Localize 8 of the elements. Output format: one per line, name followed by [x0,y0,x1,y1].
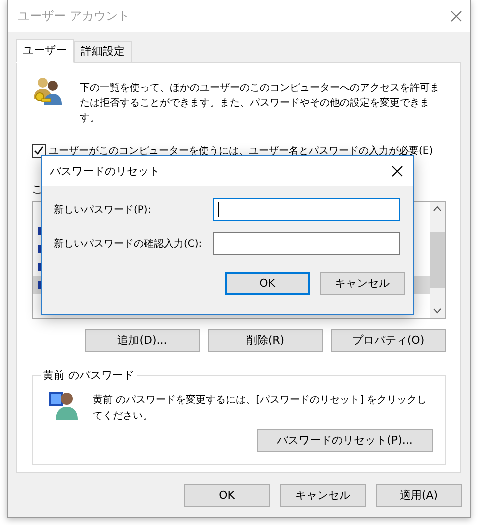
list-label: こ [32,182,44,197]
field-label: 新しいパスワードの確認入力(C): [54,238,204,250]
intro-text: 下の一覧を使って、ほかのユーザーのこのコンピューターへのアクセスを許可または拒否することができます。また、パスワードやその他の設定を変更できます。 [80,82,441,126]
password-message: 黄前 のパスワードを変更するには、[パスワードのリセット] をクリックしてください。 [93,394,428,424]
window-title: ユーザー アカウント [18,8,130,24]
dialog-title: パスワードのリセット [50,164,160,178]
field-label: 新しいパスワード(P): [54,204,152,216]
group-title: 黄前 のパスワード [42,368,136,383]
